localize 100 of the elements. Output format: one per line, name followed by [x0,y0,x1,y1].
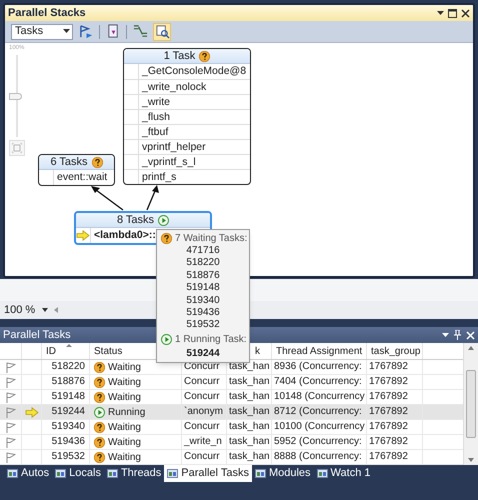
stack-node[interactable]: 6 Tasks event::wait [38,154,115,186]
flag-icon[interactable] [6,436,16,448]
table-cell: `anonym [184,405,223,419]
table-cell-text: Running [108,406,146,420]
table-cell: 5952 (Concurrency: [274,435,362,449]
table-cell-text: Waiting [108,436,141,450]
task-id: 471716 [186,245,220,258]
stack-frame[interactable]: _write [139,95,170,109]
table-cell: 8888 (Concurrency: [274,450,362,464]
tab[interactable]: Watch 1 [314,465,374,482]
flag-icon[interactable] [6,406,16,418]
window-icon [254,468,266,479]
table-cell: task_han [229,435,270,449]
tab[interactable]: Autos [4,465,52,482]
scroll-up-icon[interactable] [468,346,474,350]
task-row[interactable]: 519436 Waiting _write_n task_han 5952 (Concurrency: 1767892 [0,435,463,450]
window-icon [7,468,18,479]
sort-arrow-icon [66,344,72,347]
view-dropdown[interactable]: Tasks [11,24,73,40]
window-icon [316,468,328,479]
arrow [91,186,124,211]
table-cell: 1767892 [369,435,408,449]
table-cell: 1767892 [369,375,408,389]
task-id: 519148 [186,282,220,295]
scrollbar[interactable] [463,343,478,465]
table-cell-text: Waiting [108,450,141,464]
table-cell: 519436 [52,435,85,449]
flag-icon[interactable] [6,376,16,388]
task-id: 519532 [186,319,220,332]
table-cell-text: Waiting [108,360,141,374]
slider-thumb[interactable] [9,93,22,100]
tab[interactable]: Threads [104,465,164,482]
table-cell: 7404 (Concurrency: [274,375,362,389]
dropdown-arrow-icon[interactable] [442,332,449,338]
table-cell: 8936 (Concurrency: [274,360,362,374]
column-header[interactable]: Thread Assignment [276,344,362,358]
table-cell-text: Waiting [108,376,141,390]
task-row[interactable]: 518876 Waiting Concurr task_han 7404 (Concurrency: 1767892 [0,375,463,390]
stack-frame[interactable]: vprintf_helper [139,140,206,154]
zoom-combo[interactable]: 100 % [4,302,48,318]
table-cell: 1767892 [369,405,408,419]
table-cell: Concurr [184,420,220,434]
tab[interactable]: Locals [52,465,104,482]
flag-icon[interactable] [6,422,16,432]
stack-frame[interactable]: _vprintf_s_l [139,155,196,169]
table-cell: 1767892 [369,420,408,434]
table-cell: task_han [229,390,270,404]
pin-icon[interactable] [454,330,461,340]
stack-frame[interactable]: _flush [139,110,170,124]
scroll-left-icon[interactable] [54,307,59,313]
column-header[interactable]: k [255,344,260,358]
play-icon [161,334,172,345]
stack-frame[interactable]: event::wait [54,170,108,185]
fit-button[interactable] [9,140,25,156]
maximize-icon[interactable] [448,8,457,18]
stack-frame[interactable]: <lambda0>:: [91,228,156,243]
table-cell: _write_n [184,435,222,449]
table-cell: 1767892 [369,390,408,404]
task-row[interactable]: 519340 Waiting Concurr task_han 10100 (Concurrency 1767892 [0,420,463,435]
tab[interactable]: Modules [252,465,314,482]
stack-frame[interactable]: _write_nolock [139,80,206,94]
table-cell: 10100 (Concurrency [274,420,365,434]
flag-icon[interactable] [6,362,16,372]
flag-icon[interactable] [6,392,16,402]
close-icon[interactable] [461,8,470,18]
stack-frame[interactable]: printf_s [139,170,176,184]
stack-frame[interactable]: _GetConsoleMode@8 [139,64,246,79]
task-row[interactable]: 519532 Waiting Concurr task_han 8888 (Concurrency: 1767892 [0,450,463,465]
table-cell: task_han [229,360,270,374]
table-cell: Concurr [184,450,220,464]
panel-title: Parallel Stacks [8,6,86,21]
column-header[interactable]: task_group [371,344,420,358]
table-cell: Concurr [184,375,220,389]
column-header[interactable]: ID [46,344,56,358]
node-header: 1 Task [164,49,196,64]
column-header[interactable]: Status [94,344,122,358]
stack-frame[interactable]: _ftbuf [139,125,168,139]
panel-title: Parallel Tasks [3,328,71,343]
dropdown-arrow-icon[interactable] [437,10,444,16]
zoom-icon[interactable] [153,22,171,40]
stack-node[interactable]: 1 Task _GetConsoleMode@8 _write_nolock _write _flush _ftbuf vprintf_helper _vprintf_s_l printf_s [123,48,251,185]
table-cell: 519244 [52,405,85,419]
flag-arrow-icon[interactable] [77,22,95,40]
scroll-thumb[interactable] [466,370,476,438]
task-row[interactable]: 519148 Waiting Concurr task_han 10148 (Concurrency 1767892 [0,390,463,405]
table-cell: 8712 (Concurrency: [274,405,362,419]
flag-icon[interactable] [6,452,16,462]
table-cell: task_han [229,420,270,434]
fit-icon [12,143,22,153]
task-id: 518220 [186,257,220,270]
table-cell: 519148 [52,390,85,404]
caret-icon [63,29,70,34]
table-cell: 1767892 [369,360,408,374]
tab[interactable]: Parallel Tasks [164,465,252,482]
window-icon [55,468,66,479]
task-id: 519340 [186,294,220,307]
task-row[interactable]: 519244 Running `anonym task_han 8712 (Concurrency: 1767892 [0,405,463,420]
table-cell: 518220 [52,360,85,374]
scroll-down-icon[interactable] [468,458,474,462]
table-cell-text: Waiting [108,390,141,404]
